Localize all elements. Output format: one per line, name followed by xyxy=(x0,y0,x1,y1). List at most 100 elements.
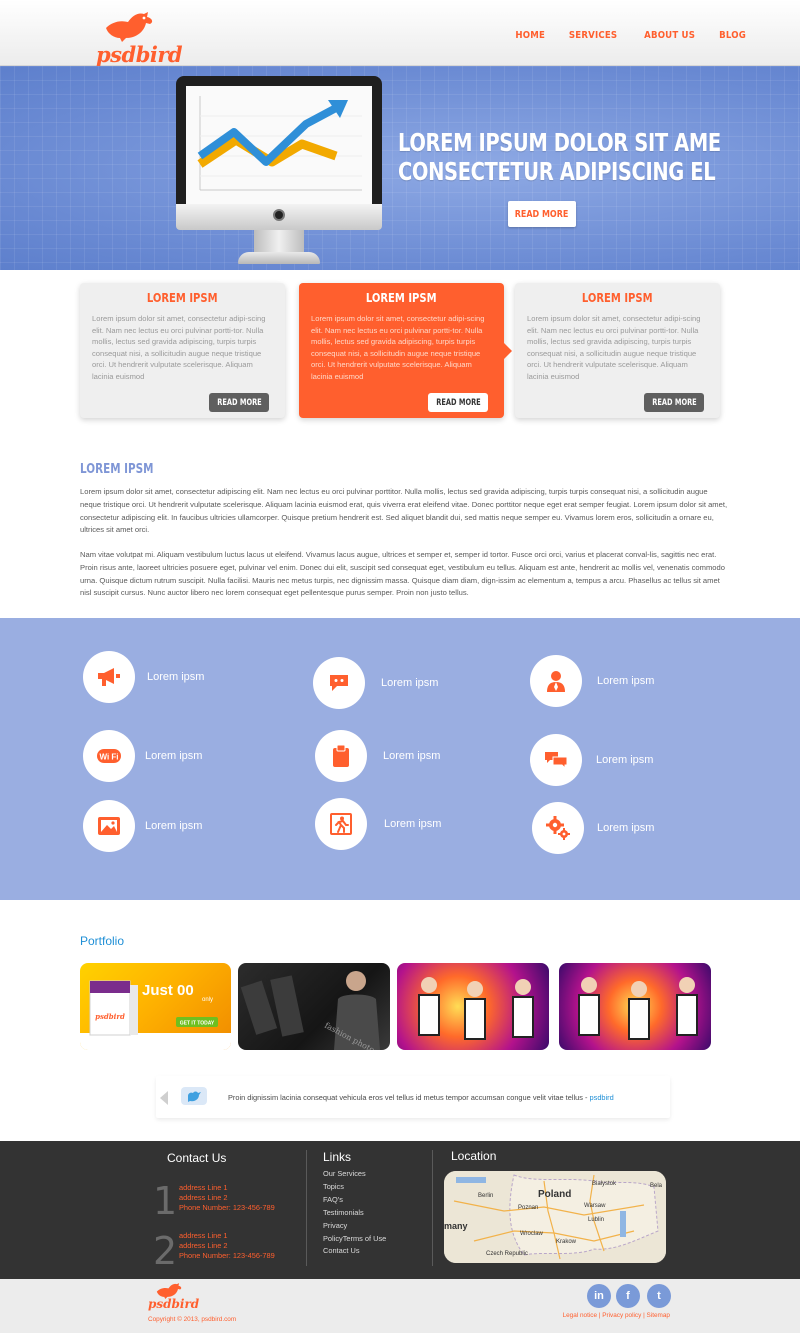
service-label: Lorem ipsm xyxy=(597,675,655,687)
contact-address-1: address Line 1 address Line 2 Phone Numb… xyxy=(179,1183,275,1212)
footer-links: Our Services Topics FAQ's Testimonials P… xyxy=(323,1168,386,1258)
footer-link[interactable]: FAQ's xyxy=(323,1194,386,1207)
footer-divider xyxy=(432,1150,433,1266)
portfolio-item[interactable] xyxy=(559,963,711,1050)
feature-box-text: Lorem ipsum dolor sit amet, consectetur … xyxy=(311,314,485,381)
service-item[interactable]: Lorem ipsm xyxy=(315,798,441,850)
nav-about-us[interactable]: ABOUT US xyxy=(644,30,695,41)
main-nav: HOME SERVICES ABOUT US BLOG xyxy=(513,30,748,41)
party-photo-thumbnail xyxy=(418,977,534,1040)
map-label: Białystok xyxy=(592,1181,617,1187)
map-label: many xyxy=(444,1221,468,1231)
portfolio-cta: GET IT TODAY xyxy=(180,1021,215,1027)
svg-text:Wi Fi: Wi Fi xyxy=(99,753,118,762)
footer-link[interactable]: Topics xyxy=(323,1181,386,1194)
twitter-icon[interactable]: t xyxy=(647,1284,671,1308)
map-label: Bela xyxy=(650,1183,663,1189)
hero-banner: LOREM IPSUM DOLOR SIT AME CONSECTETUR AD… xyxy=(0,66,800,270)
exit-sign-icon xyxy=(315,798,367,850)
footer-logo[interactable]: psdbird xyxy=(148,1281,218,1311)
service-item[interactable]: Lorem ipsm xyxy=(83,800,202,852)
hero-headline: LOREM IPSUM DOLOR SIT AME CONSECTETUR AD… xyxy=(398,128,721,186)
picture-icon xyxy=(83,800,135,852)
tweet-author-link[interactable]: psdbird xyxy=(590,1093,614,1102)
portfolio-item[interactable] xyxy=(397,963,549,1050)
legal-notice-link[interactable]: Legal notice xyxy=(563,1312,597,1319)
tweet-box: Proin dignissim lacinia consequat vehicu… xyxy=(156,1076,670,1118)
chat-bubble-icon xyxy=(313,657,365,709)
service-item[interactable]: Lorem ipsm xyxy=(83,651,204,703)
person-icon xyxy=(530,655,582,707)
portfolio-price: Just 00 xyxy=(142,982,194,999)
copyright-text: Copyright © 2013, psdbird.com xyxy=(148,1316,237,1323)
location-heading: Location xyxy=(451,1149,497,1163)
map-label: Berlin xyxy=(478,1193,493,1199)
facebook-icon[interactable]: f xyxy=(616,1284,640,1308)
portfolio-brand: psdbird xyxy=(95,1012,125,1021)
contact-heading: Contact Us xyxy=(167,1151,227,1165)
map-label: Warsaw xyxy=(584,1203,606,1209)
service-item[interactable]: Lorem ipsm xyxy=(530,655,654,707)
bottom-bar xyxy=(0,1279,800,1333)
footer-link[interactable]: Testimonials xyxy=(323,1207,386,1220)
portfolio-item[interactable]: fashion photography xyxy=(238,963,390,1050)
footer-link[interactable]: Our Services xyxy=(323,1168,386,1181)
footer-link[interactable]: PolicyTerms of Use xyxy=(323,1233,386,1246)
hero-read-more-button[interactable]: READ MORE xyxy=(508,201,576,227)
feature-box-3: LOREM IPSM Lorem ipsum dolor sit amet, c… xyxy=(515,283,720,418)
site-footer xyxy=(0,1141,800,1279)
footer-link[interactable]: Privacy xyxy=(323,1220,386,1233)
privacy-policy-link[interactable]: Privacy policy xyxy=(602,1312,641,1319)
nav-blog[interactable]: BLOG xyxy=(719,30,746,41)
footer-logo-text: psdbird xyxy=(148,1297,200,1311)
previous-arrow-icon[interactable] xyxy=(160,1091,168,1105)
nav-home[interactable]: HOME xyxy=(515,30,545,41)
about-heading: LOREM IPSM xyxy=(80,462,154,477)
read-more-button[interactable]: READ MORE xyxy=(428,393,488,412)
map-label: Wroclaw xyxy=(520,1231,544,1237)
contact-number: 1 xyxy=(153,1179,178,1223)
feature-box-text: Lorem ipsum dolor sit amet, consectetur … xyxy=(92,314,266,381)
contact-address-2: address Line 1 address Line 2 Phone Numb… xyxy=(179,1231,275,1260)
product-box-thumbnail: psdbird Just 00 only GET IT TODAY xyxy=(80,980,231,1050)
read-more-button[interactable]: READ MORE xyxy=(644,393,704,412)
service-label: Lorem ipsm xyxy=(381,677,439,689)
portfolio-price-note: only xyxy=(202,997,213,1003)
nav-services[interactable]: SERVICES xyxy=(569,30,617,41)
service-label: Lorem ipsm xyxy=(145,750,203,762)
fashion-thumbnail: fashion photography xyxy=(240,971,390,1050)
service-label: Lorem ipsm xyxy=(384,818,442,830)
footer-link[interactable]: Contact Us xyxy=(323,1245,386,1258)
service-label: Lorem ipsm xyxy=(383,750,441,762)
map-label: Poland xyxy=(538,1189,571,1200)
service-item[interactable]: Lorem ipsm xyxy=(530,734,653,786)
speech-bubbles-icon xyxy=(530,734,582,786)
map-label: Lublin xyxy=(588,1217,604,1223)
tweet-text: Proin dignissim lacinia consequat vehicu… xyxy=(228,1093,614,1102)
megaphone-icon xyxy=(83,651,135,703)
service-item[interactable]: Lorem ipsm xyxy=(315,730,440,782)
twitter-bird-icon xyxy=(181,1087,207,1105)
location-map[interactable]: Białystok Bela Berlin Poland Poznan Wars… xyxy=(444,1171,666,1263)
portfolio-item[interactable]: psdbird Just 00 only GET IT TODAY xyxy=(80,963,231,1050)
bird-logo-icon xyxy=(106,12,153,42)
footer-divider xyxy=(306,1150,307,1266)
gears-icon xyxy=(532,802,584,854)
linkedin-icon[interactable]: in xyxy=(587,1284,611,1308)
about-paragraph-2: Nam vitae volutpat mi. Aliquam vestibulu… xyxy=(80,550,725,598)
wifi-icon: Wi Fi xyxy=(83,730,135,782)
sitemap-link[interactable]: Sitemap xyxy=(647,1312,670,1319)
service-item[interactable]: Lorem ipsm xyxy=(532,802,654,854)
service-item[interactable]: Wi Fi Lorem ipsm xyxy=(83,730,202,782)
contact-number: 2 xyxy=(153,1229,178,1273)
site-header: psdbird HOME SERVICES ABOUT US BLOG xyxy=(0,0,800,67)
service-label: Lorem ipsm xyxy=(145,820,203,832)
links-heading: Links xyxy=(323,1150,352,1164)
read-more-button[interactable]: READ MORE xyxy=(209,393,269,412)
site-logo[interactable]: psdbird xyxy=(96,8,186,67)
feature-box-2: LOREM IPSM Lorem ipsum dolor sit amet, c… xyxy=(299,283,512,418)
map-label: Poznan xyxy=(518,1205,538,1211)
legal-links: Legal notice | Privacy policy | Sitemap xyxy=(562,1312,670,1319)
service-item[interactable]: Lorem ipsm xyxy=(313,657,438,709)
clipboard-icon xyxy=(315,730,367,782)
